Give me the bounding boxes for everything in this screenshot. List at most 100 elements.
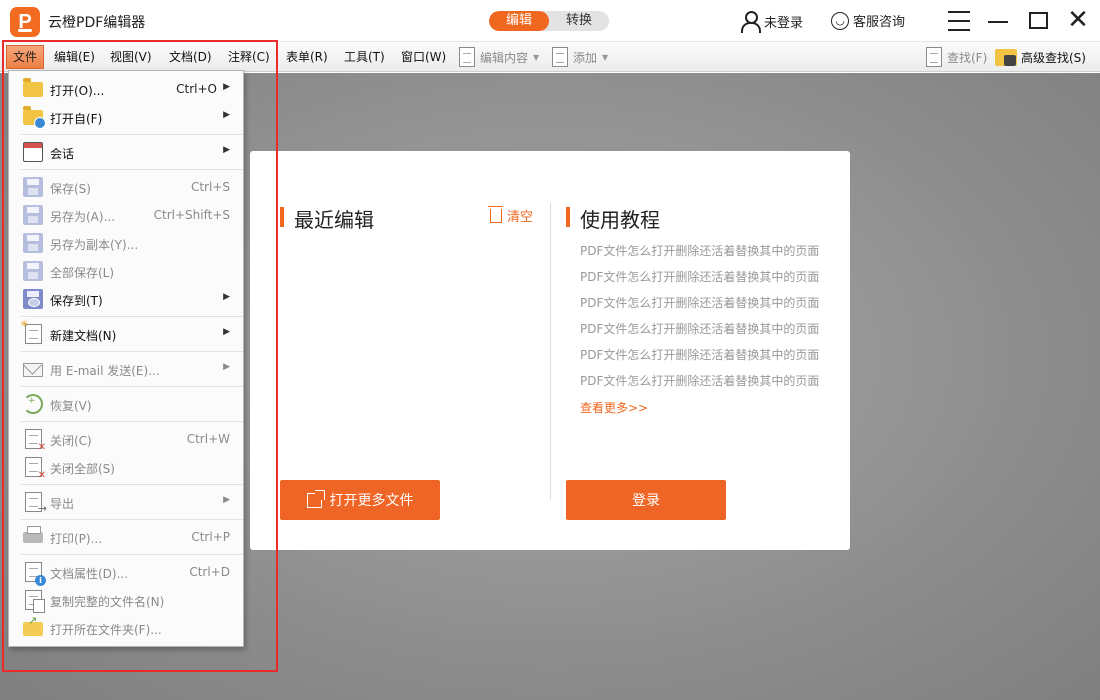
menu-item-save-as[interactable]: 另存为(A)... Ctrl+Shift+S bbox=[9, 202, 243, 228]
folder-globe-icon bbox=[23, 106, 46, 129]
tutorial-list: PDF文件怎么打开删除还活着替换其中的页面 PDF文件怎么打开删除还活着替换其中… bbox=[580, 242, 819, 398]
submenu-arrow-icon: ▶ bbox=[223, 110, 230, 120]
add-button[interactable]: 添加 ▼ bbox=[552, 46, 608, 68]
open-more-files-button[interactable]: 打开更多文件 bbox=[280, 480, 440, 520]
tutorial-link[interactable]: PDF文件怎么打开删除还活着替换其中的页面 bbox=[580, 372, 819, 398]
close-icon[interactable]: ✕ bbox=[1064, 7, 1092, 34]
mode-convert-button[interactable]: 转换 bbox=[549, 11, 609, 31]
menu-item-print[interactable]: 打印(P)... Ctrl+P bbox=[9, 524, 243, 550]
login-label: 未登录 bbox=[764, 15, 804, 31]
document-properties-icon bbox=[25, 562, 46, 586]
tutorial-link[interactable]: PDF文件怎么打开删除还活着替换其中的页面 bbox=[580, 242, 819, 268]
menu-item-label: 复制完整的文件名(N) bbox=[50, 595, 165, 609]
tutorial-link[interactable]: PDF文件怎么打开删除还活着替换其中的页面 bbox=[580, 320, 819, 346]
advanced-find-label: 高级查找(S) bbox=[1021, 50, 1086, 65]
menu-item-save-to[interactable]: 保存到(T) ▶ bbox=[9, 286, 243, 312]
menu-item-label: 保存(S) bbox=[50, 182, 91, 196]
edit-content-button[interactable]: 编辑内容 ▼ bbox=[459, 46, 539, 68]
export-icon bbox=[25, 492, 47, 515]
menu-item-label: 恢复(V) bbox=[50, 399, 92, 413]
submenu-arrow-icon: ▶ bbox=[223, 145, 230, 155]
menu-item-open[interactable]: 打开(O)... Ctrl+O ▶ bbox=[9, 76, 243, 102]
menu-item-label: 会话 bbox=[50, 147, 75, 161]
save-icon bbox=[23, 177, 43, 197]
menu-file[interactable]: 文件 bbox=[6, 45, 44, 69]
minimize-button[interactable] bbox=[985, 8, 1013, 34]
recent-title: 最近编辑 bbox=[280, 204, 374, 233]
menu-tools[interactable]: 工具(T) bbox=[344, 48, 385, 65]
tutorial-link[interactable]: PDF文件怎么打开删除还活着替换其中的页面 bbox=[580, 268, 819, 294]
tutorial-link[interactable]: PDF文件怎么打开删除还活着替换其中的页面 bbox=[580, 294, 819, 320]
view-more-link[interactable]: 查看更多>> bbox=[580, 399, 648, 416]
menu-document[interactable]: 文档(D) bbox=[169, 48, 212, 65]
close-document-icon bbox=[25, 429, 46, 453]
shortcut-label: Ctrl+O bbox=[176, 82, 217, 96]
open-more-files-label: 打开更多文件 bbox=[329, 493, 414, 509]
menu-item-label: 另存为副本(Y)... bbox=[50, 238, 139, 252]
menu-item-save[interactable]: 保存(S) Ctrl+S bbox=[9, 174, 243, 200]
menu-item-label: 文档属性(D)... bbox=[50, 567, 129, 581]
copy-filename-icon bbox=[25, 590, 45, 613]
menu-item-session[interactable]: 会话 ▶ bbox=[9, 139, 243, 165]
menu-item-label: 导出 bbox=[50, 497, 75, 511]
menu-separator bbox=[21, 484, 243, 485]
clear-recent-link[interactable]: 清空 bbox=[488, 205, 533, 225]
login-submit-button[interactable]: 登录 bbox=[566, 480, 726, 520]
menu-item-label: 打印(P)... bbox=[50, 532, 103, 546]
menu-item-save-all[interactable]: 全部保存(L) bbox=[9, 258, 243, 284]
mode-edit-button[interactable]: 编辑 bbox=[489, 11, 549, 31]
menu-comment[interactable]: 注释(C) bbox=[228, 48, 270, 65]
menu-item-document-properties[interactable]: 文档属性(D)... Ctrl+D bbox=[9, 559, 243, 586]
menu-item-close[interactable]: 关闭(C) Ctrl+W bbox=[9, 426, 243, 453]
find-button[interactable]: 查找(F) bbox=[926, 46, 987, 68]
menu-item-export[interactable]: 导出 ▶ bbox=[9, 489, 243, 515]
menu-item-label: 关闭全部(S) bbox=[50, 462, 115, 476]
shortcut-label: Ctrl+D bbox=[189, 565, 230, 579]
support-button[interactable]: ◡ 客服咨询 bbox=[831, 11, 905, 30]
menu-item-copy-filename[interactable]: 复制完整的文件名(N) bbox=[9, 587, 243, 613]
hamburger-menu-icon[interactable] bbox=[946, 8, 974, 34]
menu-separator bbox=[21, 169, 243, 170]
edit-content-label: 编辑内容 bbox=[480, 50, 529, 65]
save-as-icon bbox=[23, 205, 43, 225]
menu-bar: 文件 编辑(E) 视图(V) 文档(D) 注释(C) 表单(R) 工具(T) 窗… bbox=[0, 42, 1100, 104]
menu-item-label: 新建文档(N) bbox=[50, 329, 117, 343]
new-document-icon bbox=[20, 319, 42, 344]
menu-item-label: 用 E-mail 发送(E)... bbox=[50, 364, 160, 378]
menu-window[interactable]: 窗口(W) bbox=[401, 48, 446, 65]
menu-item-restore[interactable]: 恢复(V) bbox=[9, 391, 243, 417]
menu-item-new-document[interactable]: 新建文档(N) ▶ bbox=[9, 319, 243, 347]
menu-item-open-containing-folder[interactable]: 打开所在文件夹(F)... bbox=[9, 614, 243, 641]
maximize-button[interactable] bbox=[1025, 8, 1053, 34]
tutorial-link[interactable]: PDF文件怎么打开删除还活着替换其中的页面 bbox=[580, 346, 819, 372]
save-to-icon bbox=[23, 289, 43, 309]
menu-item-save-copy[interactable]: 另存为副本(Y)... bbox=[9, 230, 243, 256]
menu-separator bbox=[21, 316, 243, 317]
submenu-arrow-icon: ▶ bbox=[223, 362, 230, 372]
open-folder-icon bbox=[23, 614, 43, 636]
menu-item-label: 另存为(A)... bbox=[50, 210, 116, 224]
shortcut-label: Ctrl+Shift+S bbox=[153, 208, 230, 222]
menu-item-label: 打开所在文件夹(F)... bbox=[50, 623, 162, 637]
menu-form[interactable]: 表单(R) bbox=[286, 48, 328, 65]
close-all-icon bbox=[25, 457, 46, 481]
file-menu-dropdown: 打开(O)... Ctrl+O ▶ 打开自(F) ▶ 会话 ▶ 保存(S) Ct… bbox=[8, 70, 244, 647]
menu-edit[interactable]: 编辑(E) bbox=[54, 48, 95, 65]
menu-separator bbox=[21, 386, 243, 387]
restore-icon bbox=[23, 394, 43, 414]
advanced-find-button[interactable]: 高级查找(S) bbox=[995, 46, 1086, 68]
menu-item-close-all[interactable]: 关闭全部(S) bbox=[9, 454, 243, 481]
maximize-icon bbox=[1029, 12, 1048, 29]
title-bar: P 云橙PDF编辑器 编辑 转换 未登录 ◡ 客服咨询 ✕ bbox=[0, 0, 1100, 42]
login-button[interactable]: 未登录 bbox=[740, 10, 804, 33]
tutorial-title: 使用教程 bbox=[566, 204, 660, 233]
shortcut-label: Ctrl+P bbox=[191, 530, 230, 544]
menu-item-open-from[interactable]: 打开自(F) ▶ bbox=[9, 104, 243, 130]
menu-separator bbox=[21, 554, 243, 555]
menu-item-send-email[interactable]: 用 E-mail 发送(E)... ▶ bbox=[9, 356, 243, 382]
add-label: 添加 bbox=[573, 50, 598, 65]
find-icon bbox=[926, 47, 942, 67]
support-label: 客服咨询 bbox=[853, 15, 906, 30]
start-card: 最近编辑 清空 使用教程 PDF文件怎么打开删除还活着替换其中的页面 PDF文件… bbox=[250, 151, 850, 550]
menu-view[interactable]: 视图(V) bbox=[110, 48, 152, 65]
